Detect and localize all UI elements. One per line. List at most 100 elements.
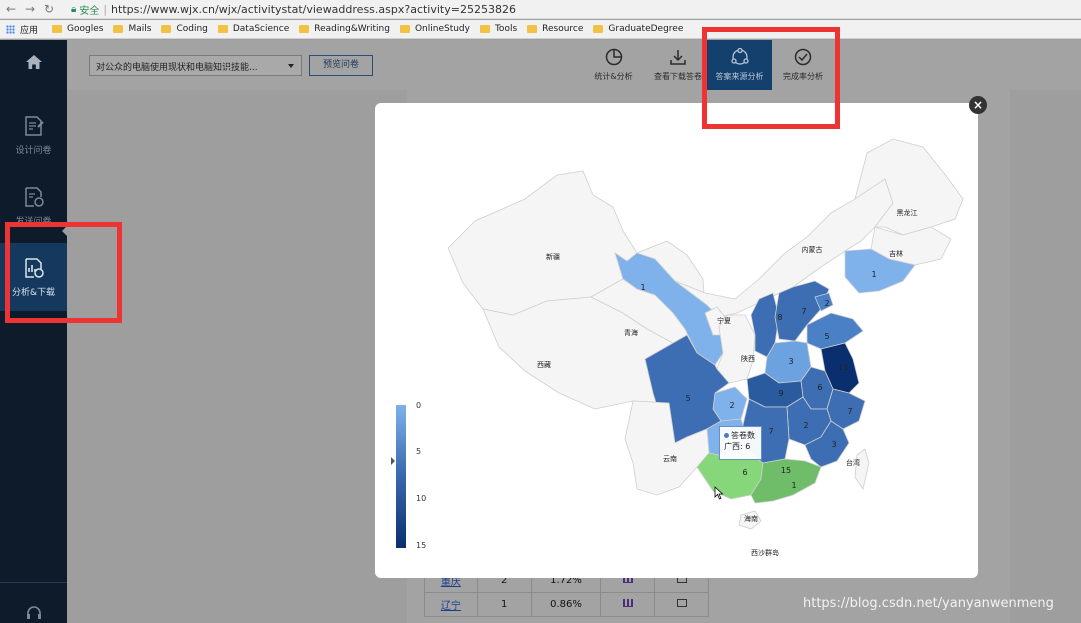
- bar-chart-icon[interactable]: [622, 599, 633, 607]
- tooltip-value: 广西: 6: [724, 442, 751, 451]
- address-separator: |: [103, 2, 108, 16]
- province-link[interactable]: 辽宁: [441, 601, 461, 612]
- folder-icon: [217, 25, 228, 33]
- reload-icon[interactable]: ↻: [41, 2, 57, 16]
- legend-label-5: 5: [416, 447, 422, 456]
- value-liaoning: 1: [871, 270, 876, 279]
- value-hongkong: 1: [791, 481, 796, 490]
- value-beijing: 2: [824, 299, 829, 308]
- percent-cell: 0.86%: [530, 592, 602, 617]
- value-henan: 3: [788, 357, 793, 366]
- bookmarks-bar: 应用 Googles Mails Coding DataScience Read…: [0, 20, 1081, 39]
- label-qinghai: 青海: [624, 328, 638, 337]
- bookmark-reading-writing[interactable]: Reading&Writing: [299, 24, 390, 34]
- secure-label: 安全: [79, 5, 100, 17]
- province-shaanxi: [716, 314, 756, 384]
- folder-icon: [593, 25, 604, 33]
- folder-icon: [52, 25, 63, 33]
- source-map-modal: 新疆 西藏 青海 宁夏 陕西 内蒙古 黑龙江 吉林 云南 台湾 海南 西沙群岛 …: [375, 103, 978, 578]
- apps-icon[interactable]: [6, 24, 15, 34]
- label-shaanxi: 陕西: [741, 354, 755, 363]
- label-inner-mongolia: 内蒙古: [802, 245, 823, 254]
- sidebar: 设计问卷 发送问卷 分析&下载: [0, 40, 67, 623]
- highlight-box-analysis: [5, 222, 122, 323]
- province-shandong: [806, 312, 864, 350]
- download-icon: [670, 50, 686, 65]
- series-dot-icon: [724, 433, 729, 438]
- back-icon[interactable]: ←: [3, 2, 19, 16]
- province-taiwan: [854, 448, 870, 490]
- sidebar-item-design[interactable]: 设计问卷: [0, 101, 67, 169]
- value-fujian: 3: [831, 440, 836, 449]
- address-bar: ← → ↻ 🔒︎ 安全 | https://www.wjx.cn/wjx/act…: [0, 0, 1081, 19]
- label-yunnan: 云南: [663, 454, 677, 463]
- legend-label-min: 0: [416, 401, 422, 410]
- folder-icon: [527, 25, 538, 33]
- value-hubei: 9: [778, 389, 783, 398]
- tab-download-label: 查看下载答卷: [654, 72, 702, 81]
- folder-icon: [113, 25, 124, 33]
- bookmark-tools[interactable]: Tools: [479, 24, 517, 34]
- sidebar-design-label: 设计问卷: [15, 145, 52, 156]
- bookmark-graduatedegree[interactable]: GraduateDegree: [593, 24, 683, 34]
- highlight-box-source-tab: [702, 27, 840, 129]
- bookmark-onlinestudy[interactable]: OnlineStudy: [399, 24, 470, 34]
- url-field[interactable]: https://www.wjx.cn/wjx/activitystat/view…: [111, 3, 516, 16]
- label-xisha: 西沙群岛: [751, 548, 779, 557]
- folder-icon: [161, 25, 172, 33]
- label-hainan: 海南: [744, 514, 758, 523]
- value-chongqing: 2: [729, 401, 734, 410]
- forward-icon[interactable]: →: [22, 2, 38, 16]
- legend-gradient-bar[interactable]: [396, 405, 406, 548]
- edit-document-icon: [24, 115, 44, 136]
- value-sichuan: 5: [685, 394, 690, 403]
- bookmark-googles[interactable]: Googles: [52, 24, 103, 34]
- value-hebei: 7: [801, 307, 806, 316]
- send-document-icon: [24, 186, 44, 207]
- sidebar-item-home[interactable]: [0, 40, 67, 90]
- value-guangdong: 15: [781, 466, 791, 475]
- mouse-cursor-icon: [714, 486, 724, 500]
- value-anhui: 6: [817, 383, 822, 392]
- customer-service-icon[interactable]: [0, 582, 67, 623]
- home-icon: [25, 55, 42, 69]
- province-link[interactable]: 重庆: [441, 577, 461, 588]
- value-shanxi: 8: [777, 313, 782, 322]
- survey-select[interactable]: 对公众的电脑使用现状和电脑知识技能...: [89, 55, 302, 76]
- lock-icon: 🔒︎: [71, 3, 77, 15]
- folder-icon: [299, 25, 310, 33]
- map-tooltip: 答卷数 广西: 6: [719, 426, 762, 460]
- tooltip-series: 答卷数: [731, 431, 755, 440]
- bookmark-apps[interactable]: 应用: [20, 23, 38, 36]
- label-ningxia: 宁夏: [717, 316, 731, 325]
- table-icon[interactable]: [676, 599, 687, 607]
- label-xinjiang: 新疆: [546, 252, 560, 261]
- bookmark-resource[interactable]: Resource: [527, 24, 583, 34]
- watermark: https://blog.csdn.net/yanyanwenmeng: [803, 596, 1054, 611]
- tab-stats-label: 统计&分析: [594, 72, 633, 81]
- top-toolbar: 对公众的电脑使用现状和电脑知识技能... 预览问卷 统计&分析 查看下载答卷 答…: [67, 40, 1081, 90]
- bookmark-datascience[interactable]: DataScience: [217, 24, 289, 34]
- tab-stats-analysis[interactable]: 统计&分析: [586, 40, 641, 90]
- count-cell: 1: [476, 592, 532, 617]
- pie-chart-icon: [605, 48, 622, 66]
- folder-icon: [479, 25, 490, 33]
- chevron-down-icon: [288, 64, 294, 68]
- value-shandong: 5: [824, 332, 829, 341]
- value-guangxi: 6: [742, 468, 747, 477]
- color-legend: 0 5 10 15: [391, 401, 456, 550]
- close-icon[interactable]: ×: [969, 96, 987, 114]
- label-heilongjiang: 黑龙江: [897, 208, 918, 217]
- bookmark-coding[interactable]: Coding: [161, 24, 208, 34]
- bookmark-mails[interactable]: Mails: [113, 24, 151, 34]
- value-jiangxi: 2: [803, 421, 808, 430]
- value-hunan: 7: [768, 427, 773, 436]
- value-jiangsu: 13: [838, 363, 848, 372]
- legend-label-max: 15: [416, 541, 427, 550]
- value-zhejiang: 7: [847, 407, 852, 416]
- folder-icon: [399, 25, 410, 33]
- preview-survey-button[interactable]: 预览问卷: [309, 55, 373, 76]
- legend-label-10: 10: [416, 494, 427, 503]
- legend-handle-icon[interactable]: [391, 457, 395, 465]
- value-gansu: 1: [640, 283, 645, 292]
